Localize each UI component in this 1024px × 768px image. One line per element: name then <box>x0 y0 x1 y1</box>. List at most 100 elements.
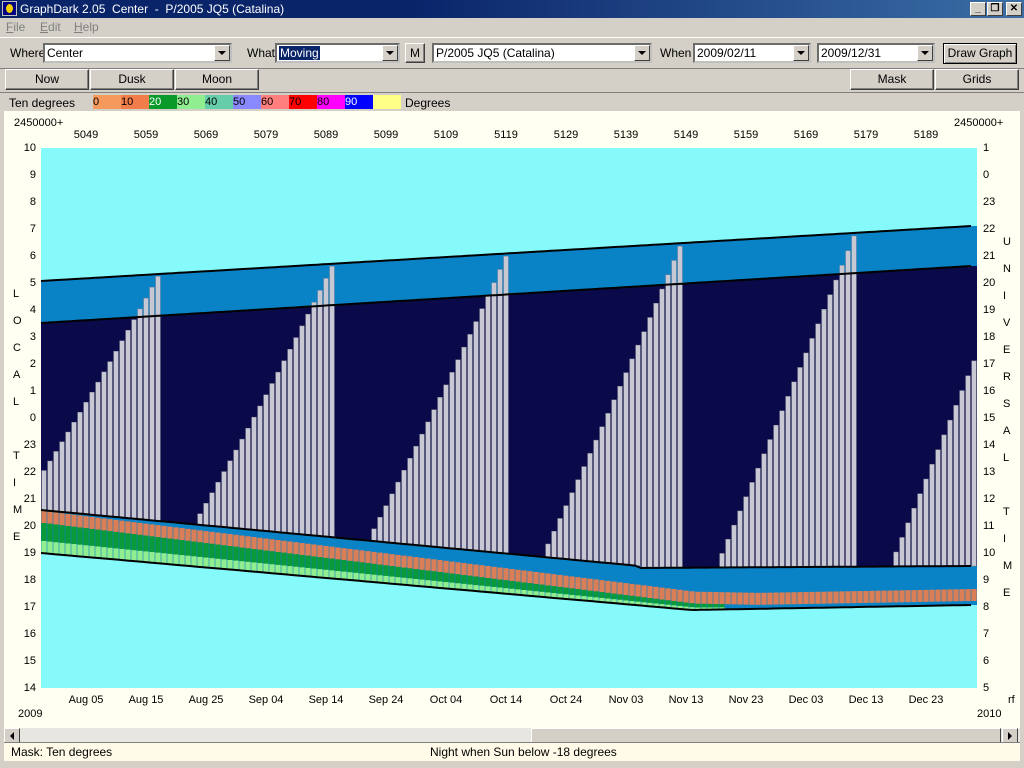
start-date-select[interactable]: 2009/02/11 <box>693 43 811 63</box>
object-visible-bar <box>449 372 455 549</box>
altitude-band-green <box>713 604 719 608</box>
altitude-band-lightgreen <box>161 553 167 564</box>
object-visible-bar <box>833 279 839 568</box>
end-date-select[interactable]: 2009/12/31 <box>817 43 935 63</box>
altitude-band-green <box>161 537 167 554</box>
universal-time-letter: E <box>1003 344 1011 356</box>
object-visible-bar <box>233 449 239 529</box>
object-visible-bar <box>155 276 161 521</box>
object-visible-bar <box>593 439 599 562</box>
altitude-band-green <box>455 574 461 584</box>
altitude-band-orange <box>383 553 389 566</box>
altitude-band-green <box>245 548 251 562</box>
altitude-band-lightgreen <box>143 551 149 562</box>
jd-tick-label: 5059 <box>133 129 159 141</box>
chevron-down-icon[interactable] <box>634 45 650 61</box>
darkness-plot[interactable] <box>41 148 977 688</box>
local-hour-label: 0 <box>29 412 36 424</box>
draw-graph-button[interactable]: Draw Graph <box>943 43 1017 64</box>
altitude-band-green <box>125 533 131 550</box>
mask-button[interactable]: Mask <box>850 69 934 90</box>
what-label: What <box>247 46 276 60</box>
altitude-band-green <box>281 552 287 566</box>
altitude-band-orange <box>83 516 89 529</box>
moon-button[interactable]: Moon <box>175 69 259 90</box>
chevron-down-icon[interactable] <box>793 45 809 61</box>
object-visible-bar <box>581 466 587 561</box>
local-hour-label: 7 <box>29 223 36 235</box>
altitude-band-orange <box>125 521 131 534</box>
restore-button[interactable]: ❐ <box>987 2 1003 16</box>
object-visible-bar <box>437 397 443 548</box>
menu-help[interactable]: Help <box>74 20 99 34</box>
altitude-band-green <box>575 589 581 596</box>
date-tick-label: Sep 24 <box>368 694 404 706</box>
close-button[interactable]: ✕ <box>1006 2 1022 16</box>
object-visible-bar <box>287 348 293 534</box>
object-visible-bar <box>419 433 425 546</box>
object-visible-bar <box>557 518 563 559</box>
altitude-band-orange <box>467 563 473 576</box>
object-visible-bar <box>599 426 605 563</box>
altitude-band-orange <box>239 535 245 548</box>
altitude-band-orange <box>167 526 173 539</box>
object-visible-bar <box>791 381 797 568</box>
altitude-band-green <box>383 565 389 576</box>
night-bar <box>899 270 906 567</box>
altitude-band-green <box>473 576 479 586</box>
altitude-band-green <box>425 570 431 581</box>
object-visible-bar <box>617 386 623 565</box>
grids-button[interactable]: Grids <box>935 69 1019 90</box>
local-time-letter: E <box>13 531 21 543</box>
universal-time-letter: T <box>1003 506 1010 518</box>
altitude-band-orange <box>581 577 587 590</box>
altitude-band-orange <box>197 530 203 543</box>
chevron-down-icon[interactable] <box>382 45 398 61</box>
object-visible-bar <box>725 539 731 568</box>
chevron-down-icon[interactable] <box>917 45 933 61</box>
local-time-letter: L <box>13 396 20 408</box>
altitude-band-green <box>359 562 365 574</box>
altitude-band-green <box>437 572 443 582</box>
chevron-down-icon[interactable] <box>214 45 230 61</box>
legend-swatch: 90 <box>345 95 373 109</box>
altitude-band-orange <box>605 580 611 593</box>
altitude-band-orange <box>611 581 617 594</box>
altitude-band-green <box>257 549 263 564</box>
altitude-band-lightgreen <box>197 556 203 567</box>
altitude-band-orange <box>929 589 935 602</box>
now-button[interactable]: Now <box>5 69 89 90</box>
object-visible-bar <box>545 543 551 558</box>
altitude-band-orange <box>887 590 893 603</box>
altitude-band-lightgreen <box>209 558 215 568</box>
altitude-band-green <box>647 598 653 603</box>
menu-edit[interactable]: Edit <box>40 20 61 34</box>
object-visible-bar <box>377 517 383 542</box>
altitude-band-orange <box>659 587 665 600</box>
altitude-band-orange <box>89 516 95 529</box>
object-visible-bar <box>461 346 467 550</box>
dusk-button[interactable]: Dusk <box>90 69 174 90</box>
jd-tick-label: 5069 <box>193 129 219 141</box>
universal-time-letter: I <box>1003 533 1007 545</box>
altitude-band-green <box>341 560 347 572</box>
altitude-band-orange <box>275 539 281 552</box>
what-select[interactable]: Moving <box>275 43 400 63</box>
m-button[interactable]: M <box>405 43 425 63</box>
menu-file[interactable]: File <box>6 20 25 34</box>
altitude-band-green <box>53 524 59 543</box>
object-select[interactable]: P/2005 JQ5 (Catalina) <box>432 43 652 63</box>
altitude-band-green <box>317 557 323 570</box>
local-hour-label: 17 <box>23 601 36 613</box>
altitude-band-orange <box>287 541 293 554</box>
altitude-band-green <box>443 572 449 583</box>
app-icon[interactable] <box>2 1 17 16</box>
altitude-band-orange <box>209 531 215 544</box>
where-select[interactable]: Center <box>43 43 232 63</box>
night-bar <box>341 304 348 539</box>
altitude-band-green <box>299 554 305 568</box>
altitude-band-green <box>659 599 665 605</box>
minimize-button[interactable]: _ <box>970 2 986 16</box>
altitude-band-green <box>251 549 257 563</box>
altitude-band-orange <box>53 512 59 525</box>
